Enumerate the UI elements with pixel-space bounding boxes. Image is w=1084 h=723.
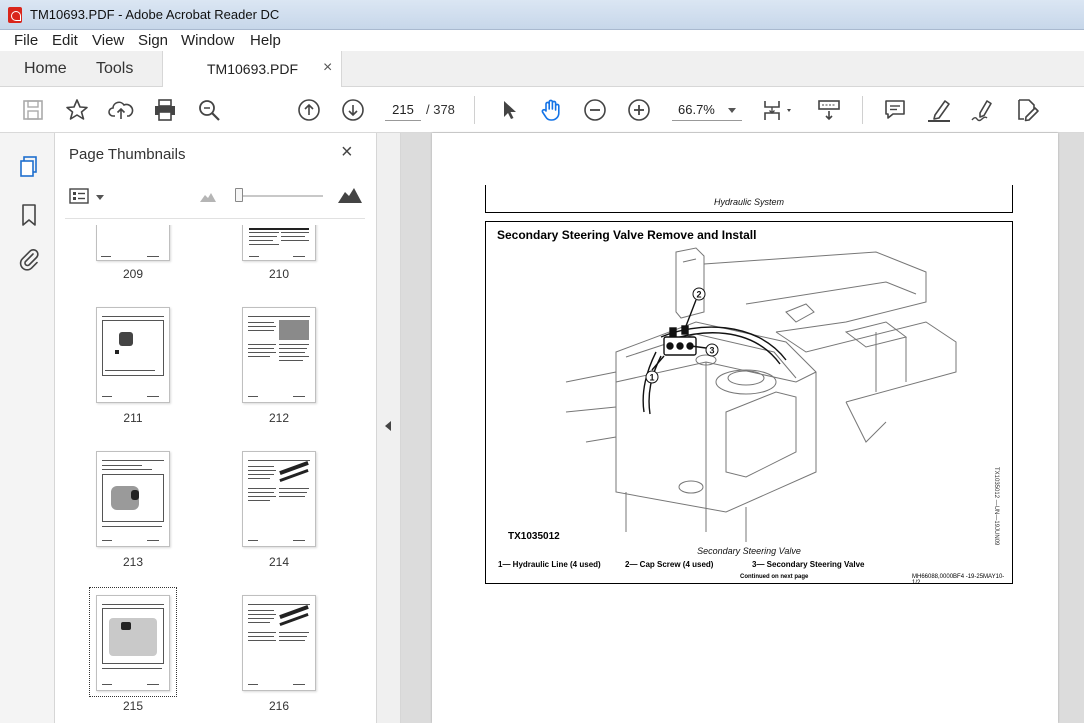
legend-item-2: 2— Cap Screw (4 used) bbox=[625, 560, 714, 569]
thumbnail-label: 215 bbox=[122, 699, 144, 713]
rail-page-thumbnails[interactable] bbox=[0, 150, 55, 184]
tab-document[interactable]: TM10693.PDF × bbox=[162, 51, 342, 88]
zoom-in-icon[interactable] bbox=[626, 97, 652, 123]
save-icon[interactable] bbox=[20, 97, 46, 123]
zoom-search-icon[interactable] bbox=[196, 97, 222, 123]
zoom-level-value: 66.7% bbox=[678, 102, 715, 117]
page-number-input[interactable]: 215 bbox=[385, 99, 421, 121]
thumbnail-size-slider[interactable] bbox=[235, 195, 323, 197]
bookmark-star-icon[interactable] bbox=[64, 97, 90, 123]
thumbnail-page-210[interactable] bbox=[242, 225, 316, 261]
thumbnail-options-icon[interactable] bbox=[69, 188, 89, 204]
pdf-page: Hydraulic System Secondary Steering Valv… bbox=[432, 133, 1058, 723]
thumbnail-page-209[interactable] bbox=[96, 225, 170, 261]
window-title: TM10693.PDF - Adobe Acrobat Reader DC bbox=[30, 7, 280, 22]
figure-box: Secondary Steering Valve Remove and Inst… bbox=[485, 221, 1013, 586]
document-view[interactable]: Hydraulic System Secondary Steering Valv… bbox=[401, 133, 1084, 723]
legend-item-1: 1— Hydraulic Line (4 used) bbox=[498, 560, 601, 569]
thumbnail-label: 210 bbox=[268, 267, 290, 281]
zoom-out-icon[interactable] bbox=[582, 97, 608, 123]
comment-icon[interactable] bbox=[882, 97, 908, 123]
next-page-icon[interactable] bbox=[340, 97, 366, 123]
chevron-down-icon[interactable] bbox=[96, 195, 104, 200]
cloud-upload-icon[interactable] bbox=[108, 97, 134, 123]
thumbnail-size-slider-handle[interactable] bbox=[235, 188, 243, 202]
figure-caption: Secondary Steering Valve bbox=[697, 546, 801, 556]
menu-edit[interactable]: Edit bbox=[52, 32, 78, 49]
panel-divider bbox=[65, 218, 365, 219]
legend-item-3: 3— Secondary Steering Valve bbox=[752, 560, 865, 569]
title-bar: TM10693.PDF - Adobe Acrobat Reader DC bbox=[0, 0, 1084, 30]
toolbar: 215 / 378 66.7% bbox=[0, 87, 1084, 133]
section-header: Hydraulic System bbox=[713, 197, 785, 207]
more-tools-icon[interactable] bbox=[1014, 97, 1040, 123]
thumbnail-page-216[interactable] bbox=[242, 595, 316, 691]
thumbnail-label: 216 bbox=[268, 699, 290, 713]
thumbnail-label: 214 bbox=[268, 555, 290, 569]
document-code: MH66088,0000BF4 -19-25MAY10-1/2 bbox=[912, 574, 1005, 586]
steering-valve-illustration: 2 3 1 bbox=[565, 247, 957, 542]
figure-side-text: TX1035012 —UN—19JUN09 bbox=[993, 467, 999, 546]
highlight-pen-icon[interactable] bbox=[926, 97, 952, 123]
thumbnail-page-213[interactable] bbox=[96, 451, 170, 547]
print-icon[interactable] bbox=[152, 97, 178, 123]
page-thumbnails-icon bbox=[20, 156, 37, 177]
tab-bar: Home Tools TM10693.PDF × bbox=[0, 51, 1084, 88]
hand-tool-icon[interactable] bbox=[538, 97, 564, 123]
thumbnail-page-214[interactable] bbox=[242, 451, 316, 547]
enlarge-thumbnails-icon[interactable] bbox=[338, 187, 362, 203]
toolbar-divider bbox=[862, 96, 863, 124]
panel-title: Page Thumbnails bbox=[69, 146, 186, 163]
thumbnail-list: 209 210 211 212 213 214 215 216 bbox=[55, 225, 377, 723]
page-total: / 378 bbox=[426, 102, 455, 117]
chevron-down-icon bbox=[728, 108, 736, 113]
scroll-mode-icon[interactable] bbox=[816, 97, 842, 123]
bookmarks-icon[interactable] bbox=[18, 203, 40, 227]
menu-view[interactable]: View bbox=[92, 32, 124, 49]
figure-title: Secondary Steering Valve Remove and Inst… bbox=[497, 228, 757, 242]
shrink-thumbnails-icon[interactable] bbox=[200, 192, 216, 202]
menu-help[interactable]: Help bbox=[250, 32, 281, 49]
thumbnail-page-212[interactable] bbox=[242, 307, 316, 403]
navigation-rail bbox=[0, 133, 55, 723]
sign-icon[interactable] bbox=[970, 97, 996, 123]
tab-home[interactable]: Home bbox=[24, 60, 67, 78]
thumbnail-label: 211 bbox=[123, 411, 143, 425]
select-cursor-icon[interactable] bbox=[496, 97, 522, 123]
close-tab-button[interactable]: × bbox=[323, 59, 332, 77]
continued-note: Continued on next page bbox=[740, 574, 809, 580]
collapse-left-arrow-icon[interactable] bbox=[385, 421, 391, 431]
thumbnail-label: 213 bbox=[122, 555, 144, 569]
tab-tools[interactable]: Tools bbox=[96, 60, 133, 78]
zoom-level-select[interactable]: 66.7% bbox=[672, 99, 742, 121]
close-panel-button[interactable]: × bbox=[341, 141, 353, 164]
callout-3: 3 bbox=[709, 346, 714, 356]
page-thumbnails-panel: Page Thumbnails × 209 210 211 212 213 21… bbox=[55, 133, 427, 723]
thumbnail-label: 212 bbox=[268, 411, 290, 425]
figure-id: TX1035012 bbox=[508, 531, 560, 542]
section-header-box: Hydraulic System bbox=[485, 185, 1013, 213]
menu-bar: File Edit View Sign Window Help bbox=[0, 30, 1084, 51]
callout-2: 2 bbox=[696, 290, 701, 300]
previous-page-icon[interactable] bbox=[296, 97, 322, 123]
thumbnail-page-215[interactable] bbox=[96, 595, 170, 691]
menu-sign[interactable]: Sign bbox=[138, 32, 168, 49]
attachments-icon[interactable] bbox=[18, 247, 40, 271]
toolbar-divider bbox=[474, 96, 475, 124]
thumbnail-page-211[interactable] bbox=[96, 307, 170, 403]
thumbnail-label: 209 bbox=[122, 267, 144, 281]
page-display-icon[interactable] bbox=[760, 97, 798, 123]
menu-file[interactable]: File bbox=[14, 32, 38, 49]
callout-1: 1 bbox=[649, 373, 654, 383]
pdf-app-icon bbox=[8, 7, 22, 23]
menu-window[interactable]: Window bbox=[181, 32, 234, 49]
panel-collapse-strip[interactable] bbox=[377, 133, 401, 723]
document-tab-label: TM10693.PDF bbox=[207, 61, 299, 77]
